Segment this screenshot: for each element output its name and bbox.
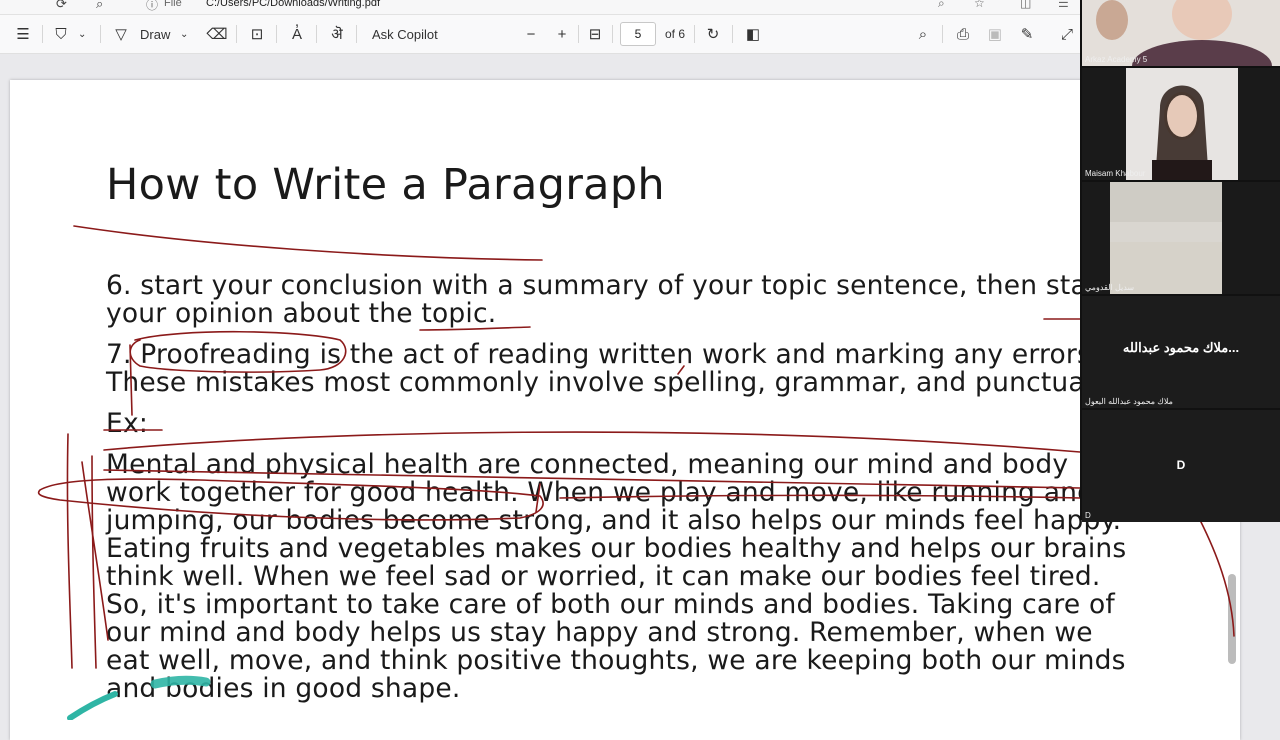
divider [236,25,237,43]
save-icon[interactable]: ▣ [984,24,1006,44]
fit-page-icon[interactable]: ⊟ [584,24,606,44]
participant-tile[interactable]: Maisam Khabour [1082,68,1280,180]
participant-tile[interactable]: Arkaz Academy 5 [1082,0,1280,66]
divider [100,25,101,43]
document-line: your opinion about the topic. [106,298,497,329]
textbox-icon[interactable]: ⊡ [246,24,268,44]
document-line: work together for good health. When we p… [106,477,1095,508]
document-line: So, it's important to take care of both … [106,589,1115,620]
search-icon[interactable]: ⌕ [912,24,934,44]
document-line: our mind and body helps us stay happy an… [106,617,1093,648]
ask-copilot-button[interactable]: Ask Copilot [372,24,438,44]
divider [42,25,43,43]
document-line: think well. When we feel sad or worried,… [106,561,1101,592]
rotate-icon[interactable]: ↻ [702,24,724,44]
zoom-in-icon[interactable]: + [551,24,573,44]
participant-name: D [1085,511,1091,520]
chevron-down-icon[interactable]: ⌄ [180,24,188,44]
highlight-icon[interactable]: ⛉ [50,24,72,44]
fullscreen-icon[interactable]: ⤢ [1056,24,1078,44]
document-line: 7. Proofreading is the act of reading wr… [106,339,1100,370]
read-aloud-icon[interactable]: A̓ [286,24,308,44]
page-view-icon[interactable]: ◧ [742,24,764,44]
favorites-bar-icon[interactable]: ☰ [1058,0,1069,10]
participant-display-name: ملاك محمود عبدالله... [1122,340,1240,355]
zoom-out-icon[interactable]: − [520,24,542,44]
document-line: These mistakes most commonly involve spe… [106,367,1146,398]
participant-initial: D [1176,458,1186,472]
draw-icon[interactable]: ▽ [110,24,132,44]
document-line: jumping, our bodies become strong, and i… [106,505,1122,536]
print-icon[interactable]: ⎙ [952,24,974,44]
document-line: Ex: [106,408,148,439]
page-total: of 6 [665,27,686,41]
divider [356,25,357,43]
document-line: Eating fruits and vegetables makes our b… [106,533,1127,564]
document-line: eat well, move, and think positive thoug… [106,645,1126,676]
refresh-icon[interactable]: ⟳ [56,0,67,12]
document-title: How to Write a Paragraph [106,160,665,210]
video-participants-panel: Arkaz Academy 5 Maisam Khabour سديل القد… [1080,0,1280,522]
page-number-input[interactable]: 5 [620,22,656,46]
divider [612,25,613,43]
divider [942,25,943,43]
file-label: File [164,0,182,9]
contents-icon[interactable]: ☰ [12,24,34,44]
split-screen-icon[interactable]: ◫ [1020,0,1031,10]
divider [732,25,733,43]
vertical-scrollbar[interactable] [1228,574,1236,664]
participant-name: Maisam Khabour [1085,169,1146,178]
favorite-star-icon[interactable]: ☆ [974,0,985,10]
participant-name: ملاك محمود عبدالله البعول [1085,397,1173,406]
url-field[interactable]: C:/Users/PC/Downloads/Writing.pdf [206,0,380,9]
divider [578,25,579,43]
chevron-down-icon[interactable]: ⌄ [78,24,86,44]
eraser-icon[interactable]: ⌫ [206,24,228,44]
participant-tile[interactable]: سديل القدومي [1082,182,1280,294]
divider [276,25,277,43]
zoom-icon[interactable]: ⌕ [938,0,945,11]
participant-tile[interactable]: ملاك محمود عبدالله... ملاك محمود عبدالله… [1082,296,1280,408]
document-line: Mental and physical health are connected… [106,449,1069,480]
participant-name: Arkaz Academy 5 [1085,55,1148,64]
search-icon[interactable]: ⌕ [96,0,103,12]
document-line: 6. start your conclusion with a summary … [106,270,1115,301]
translate-icon[interactable]: ऄ [326,24,348,44]
divider [316,25,317,43]
participant-tile[interactable]: D D [1082,410,1280,522]
document-line: and bodies in good shape. [106,673,461,704]
participant-name: سديل القدومي [1085,283,1135,292]
participant-video [1082,68,1280,180]
draw-button[interactable]: Draw [140,24,170,44]
info-icon[interactable]: ⓘ [146,0,158,13]
divider [694,25,695,43]
save-as-icon[interactable]: ✎ [1016,24,1038,44]
participant-video [1082,182,1280,294]
